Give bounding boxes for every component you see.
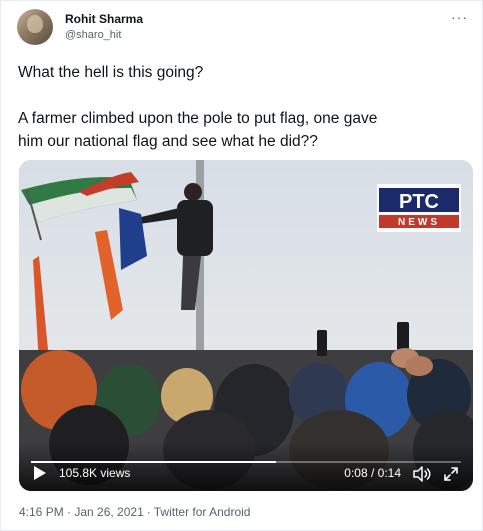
ellipsis-icon[interactable]: ··· — [451, 9, 468, 25]
tweet-card: Rohit Sharma @sharo_hit ··· What the hel… — [0, 0, 483, 531]
author-handle[interactable]: @sharo_hit — [65, 27, 143, 43]
video-player[interactable]: PTC NEWS 105.8K views 0:08 / 0:14 — [19, 160, 473, 491]
video-time: 0:08 / 0:14 — [344, 466, 401, 480]
author-display-name[interactable]: Rohit Sharma — [65, 11, 143, 27]
tweet-text-line: What the hell is this going? — [18, 64, 204, 81]
author-names: Rohit Sharma @sharo_hit — [65, 11, 143, 43]
tweet-source[interactable]: Twitter for Android — [154, 505, 251, 519]
video-progress-bar[interactable] — [31, 461, 461, 463]
ptc-logo-bottom: NEWS — [398, 217, 440, 228]
video-controls: 105.8K views 0:08 / 0:14 — [19, 443, 473, 491]
tweet-timestamp[interactable]: 4:16 PM · Jan 26, 2021 — [19, 505, 144, 519]
tweet-header: Rohit Sharma @sharo_hit — [17, 7, 143, 47]
ptc-logo-top: PTC — [399, 191, 439, 213]
tweet-footer: 4:16 PM · Jan 26, 2021 · Twitter for Andro… — [19, 505, 250, 519]
volume-icon[interactable] — [413, 466, 431, 482]
video-progress-fill — [31, 461, 277, 463]
tweet-text-line: him our national flag and see what he di… — [18, 133, 318, 150]
fullscreen-icon[interactable] — [443, 466, 459, 482]
view-count: 105.8K views — [59, 466, 131, 480]
ptc-news-logo: PTC NEWS — [377, 184, 461, 232]
play-icon[interactable] — [33, 465, 47, 481]
footer-separator: · — [146, 505, 151, 519]
tweet-text-line: A farmer climbed upon the pole to put fl… — [18, 110, 378, 127]
avatar[interactable] — [17, 9, 53, 45]
tweet-text: What the hell is this going? A farmer cl… — [18, 61, 468, 153]
